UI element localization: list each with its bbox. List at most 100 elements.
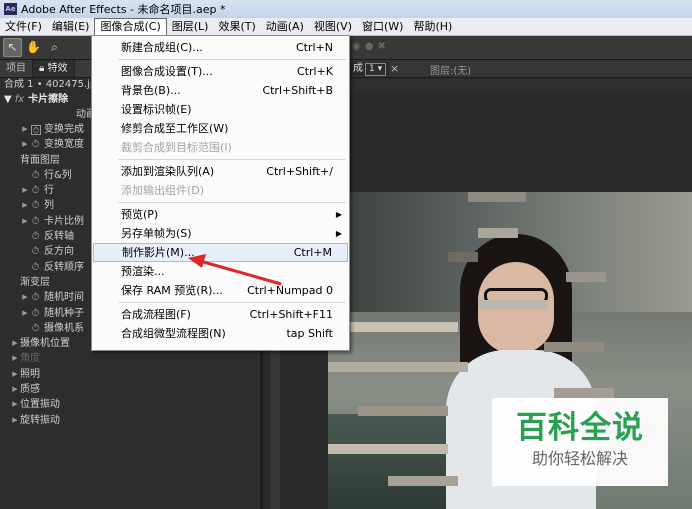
effect-property-label: 行 bbox=[44, 185, 54, 197]
menu-help[interactable]: 帮助(H) bbox=[408, 18, 457, 35]
composition-menu-item[interactable]: 合成组微型流程图(N) tap Shift bbox=[93, 324, 348, 343]
menu-composition[interactable]: 图像合成(C) bbox=[94, 18, 167, 35]
effect-name: 卡片擦除 bbox=[28, 94, 69, 105]
effect-property-label: 旋转振动 bbox=[20, 414, 60, 426]
composition-menu-item[interactable]: 合成流程图(F) Ctrl+Shift+F11 bbox=[93, 305, 348, 324]
menu-animation[interactable]: 动画(A) bbox=[261, 18, 309, 35]
effect-property-label: 背面图层 bbox=[20, 154, 60, 166]
comp-dropdown[interactable]: 1 ▾ bbox=[365, 63, 387, 76]
effect-property-row[interactable]: ▶ 位置振动 bbox=[0, 397, 260, 412]
tab-effects[interactable]: 🔒︎ 特效 bbox=[33, 60, 75, 77]
selection-arrow-icon[interactable]: ↖ bbox=[3, 38, 22, 57]
menu-effect[interactable]: 效果(T) bbox=[213, 18, 260, 35]
composition-menu-dropdown: 新建合成组(C)... Ctrl+N 图像合成设置(T)... Ctrl+K 背景色(B… bbox=[91, 35, 350, 351]
menu-view[interactable]: 视图(V) bbox=[309, 18, 357, 35]
menu-item-label: 添加到渲染队列(A) bbox=[121, 165, 215, 178]
zoom-icon[interactable]: ⌕ bbox=[45, 38, 64, 57]
comp-tab-label: 成 bbox=[353, 63, 363, 74]
expand-triangle-icon[interactable]: ▶ bbox=[20, 183, 30, 198]
stopwatch-icon[interactable]: ⏱ bbox=[30, 260, 41, 275]
composition-menu-item[interactable]: 保存 RAM 预览(R)... Ctrl+Numpad 0 bbox=[93, 281, 348, 300]
close-icon[interactable]: × bbox=[390, 62, 399, 75]
lock-icon: 🔒︎ bbox=[39, 63, 48, 74]
composition-menu-item: 裁剪合成到目标范围(I) bbox=[93, 138, 348, 157]
stopwatch-icon[interactable]: ⏱ bbox=[30, 198, 41, 213]
stopwatch-icon[interactable]: ⏱ bbox=[30, 290, 41, 305]
composition-menu-item[interactable]: 设置标识帧(E) bbox=[93, 100, 348, 119]
tab-composition[interactable]: 成1 ▾ bbox=[350, 62, 390, 76]
menu-item-label: 制作影片(M)... bbox=[122, 246, 195, 259]
card-strip bbox=[544, 342, 604, 352]
menu-item-label: 新建合成组(C)... bbox=[121, 41, 203, 54]
after-effects-logo-icon: Ae bbox=[4, 3, 17, 15]
hand-icon[interactable]: ✋ bbox=[24, 38, 43, 57]
card-strip bbox=[358, 406, 448, 416]
expand-triangle-icon[interactable]: ▶ bbox=[20, 214, 30, 229]
menu-item-shortcut: tap Shift bbox=[286, 327, 333, 340]
menu-item-label: 预渲染... bbox=[121, 265, 165, 278]
composition-menu-item[interactable]: 预览(P) ▶ bbox=[93, 205, 348, 224]
menu-item-label: 设置标识帧(E) bbox=[121, 103, 192, 116]
menu-edit[interactable]: 编辑(E) bbox=[47, 18, 95, 35]
stopwatch-icon[interactable]: ⏱ bbox=[30, 214, 41, 229]
stopwatch-icon[interactable]: ⏱ bbox=[30, 229, 41, 244]
expand-triangle-icon[interactable]: ▶ bbox=[20, 198, 30, 213]
stopwatch-icon[interactable]: ⏱ bbox=[30, 306, 41, 321]
stopwatch-icon[interactable]: ⏱ bbox=[30, 244, 41, 259]
menu-item-shortcut: Ctrl+Shift+B bbox=[262, 84, 333, 97]
card-strip bbox=[328, 444, 448, 454]
submenu-arrow-icon: ▶ bbox=[335, 210, 342, 219]
expand-triangle-icon[interactable]: ▶ bbox=[10, 367, 20, 382]
card-strip bbox=[448, 252, 478, 262]
menu-item-shortcut: Ctrl+Shift+/ bbox=[266, 165, 333, 178]
effect-property-label: 变换宽度 bbox=[44, 139, 84, 151]
expand-triangle-icon[interactable]: ▼ bbox=[4, 92, 12, 108]
expand-triangle-icon[interactable]: ▶ bbox=[10, 413, 20, 428]
effect-property-label: 照明 bbox=[20, 368, 40, 380]
expand-triangle-icon[interactable]: ▶ bbox=[20, 290, 30, 305]
watermark-subtitle: 助你轻松解决 bbox=[531, 449, 628, 468]
composition-menu-item[interactable]: 预渲染... bbox=[93, 262, 348, 281]
expand-triangle-icon[interactable]: ▶ bbox=[10, 336, 20, 351]
effect-property-row[interactable]: ▶ 照明 bbox=[0, 367, 260, 382]
composition-menu-item[interactable]: 背景色(B)... Ctrl+Shift+B bbox=[93, 81, 348, 100]
menu-item-label: 裁剪合成到目标范围(I) bbox=[121, 141, 232, 154]
stopwatch-icon[interactable]: ⏱ bbox=[30, 321, 41, 336]
effect-property-label: 摄像机位置 bbox=[20, 338, 70, 350]
composition-menu-item[interactable]: 图像合成设置(T)... Ctrl+K bbox=[93, 62, 348, 81]
menu-item-label: 另存单帧为(S) bbox=[121, 227, 192, 240]
effect-property-label: 反转顺序 bbox=[44, 261, 84, 273]
card-strip bbox=[554, 388, 614, 398]
menu-separator bbox=[118, 202, 346, 203]
expand-triangle-icon[interactable]: ▶ bbox=[20, 306, 30, 321]
menu-item-label: 合成组微型流程图(N) bbox=[121, 327, 226, 340]
stopwatch-icon[interactable]: ⏱ bbox=[30, 137, 41, 152]
stopwatch-icon[interactable]: ⏱ bbox=[31, 124, 41, 135]
menu-window[interactable]: 窗口(W) bbox=[357, 18, 408, 35]
composition-menu-item[interactable]: 制作影片(M)... Ctrl+M bbox=[93, 243, 348, 262]
stopwatch-icon[interactable]: ⏱ bbox=[30, 183, 41, 198]
expand-triangle-icon[interactable]: ▶ bbox=[10, 397, 20, 412]
effect-property-row[interactable]: ▶ 角度 bbox=[0, 351, 260, 366]
composition-menu-item[interactable]: 另存单帧为(S) ▶ bbox=[93, 224, 348, 243]
menu-file[interactable]: 文件(F) bbox=[0, 18, 47, 35]
expand-triangle-icon[interactable]: ▶ bbox=[10, 351, 20, 366]
menu-item-shortcut: Ctrl+N bbox=[295, 41, 333, 54]
card-strip bbox=[348, 322, 458, 332]
stopwatch-icon[interactable]: ⏱ bbox=[30, 168, 41, 183]
expand-triangle-icon[interactable]: ▶ bbox=[10, 382, 20, 397]
effect-property-row[interactable]: ▶ 质感 bbox=[0, 382, 260, 397]
tab-layer[interactable]: 图层:(无) bbox=[430, 62, 471, 77]
effect-property-label: 随机时间 bbox=[44, 292, 84, 304]
composition-menu-item[interactable]: 修剪合成至工作区(W) bbox=[93, 119, 348, 138]
composition-menu-item[interactable]: 新建合成组(C)... Ctrl+N bbox=[93, 38, 348, 57]
tab-project[interactable]: 项目 bbox=[0, 60, 33, 77]
expand-triangle-icon[interactable]: ▶ bbox=[20, 122, 30, 137]
card-strip bbox=[468, 192, 526, 202]
menu-layer[interactable]: 图层(L) bbox=[167, 18, 214, 35]
fx-icon[interactable]: fx bbox=[15, 92, 24, 108]
effect-property-row[interactable]: ▶ 旋转振动 bbox=[0, 413, 260, 428]
expand-triangle-icon[interactable]: ▶ bbox=[20, 137, 30, 152]
menu-item-label: 预览(P) bbox=[121, 208, 159, 221]
composition-menu-item[interactable]: 添加到渲染队列(A) Ctrl+Shift+/ bbox=[93, 162, 348, 181]
